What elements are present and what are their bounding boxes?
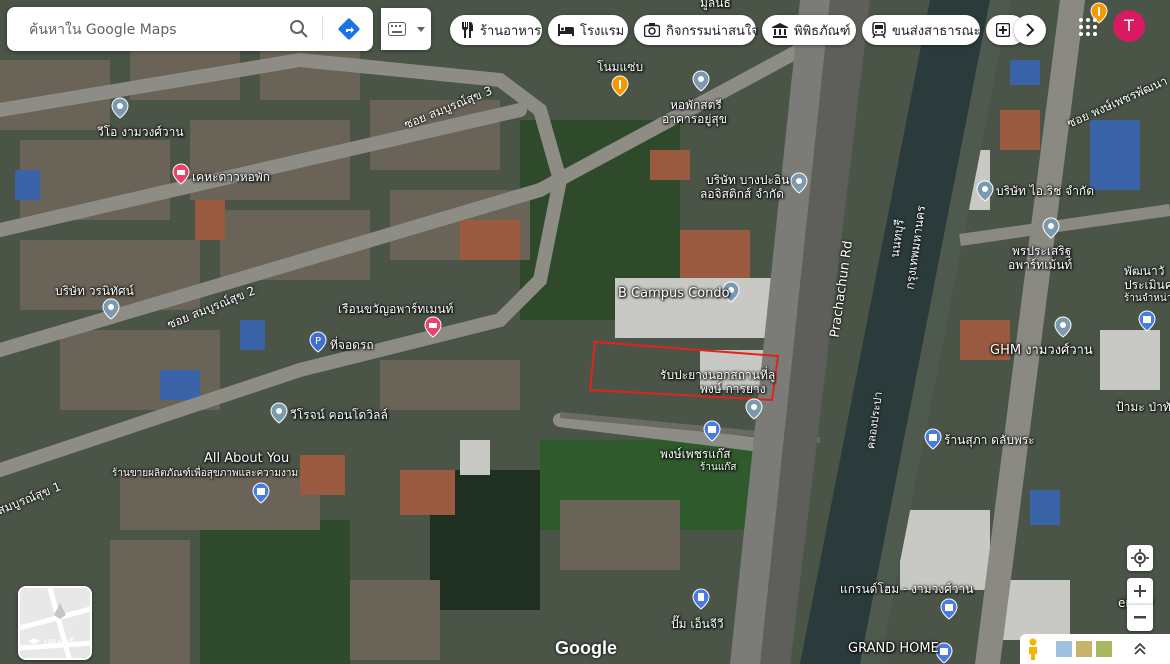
camera-icon xyxy=(644,23,660,37)
svg-text:P: P xyxy=(315,336,321,347)
google-logo: Google xyxy=(555,638,617,658)
place-label: B Campus Condo xyxy=(618,286,730,301)
place-label: บริษัท บางปะอิน xyxy=(706,173,790,187)
place-pin-icon[interactable] xyxy=(745,398,763,420)
place-label: บริษัท วรนิทัศน์ xyxy=(55,284,134,298)
search-box xyxy=(7,7,373,51)
search-divider xyxy=(322,17,323,41)
my-location-icon xyxy=(1131,549,1149,567)
place-label: ป้ามะ ป่าทั xyxy=(1116,400,1170,414)
place-label: ประเมินค xyxy=(1124,278,1170,292)
chip-museums[interactable]: พิพิธภัณฑ์ xyxy=(762,15,856,45)
place-label: หอพักสตรี xyxy=(670,98,722,112)
expand-up-icon[interactable] xyxy=(1134,642,1146,656)
shop-pin-icon[interactable] xyxy=(924,428,942,450)
place-label: บริษัท ไอ.ริช จำกัด xyxy=(996,184,1094,198)
imagery-thumbnails[interactable] xyxy=(1056,641,1114,657)
layers-button[interactable]: เลเยอร์ xyxy=(18,586,92,660)
place-label: วีโอ งามวงศ์วาน xyxy=(97,125,184,139)
caret-down-icon[interactable] xyxy=(417,27,425,32)
chip-label: กิจกรรมน่าสนใจ xyxy=(666,23,759,39)
zoom-out-button[interactable] xyxy=(1127,604,1153,631)
place-label: ร้านขายผลิตภัณฑ์เพื่อสุขภาพและความงาม xyxy=(112,468,299,479)
plus-icon xyxy=(1134,585,1146,597)
place-label: ลอจิสติกส์ จำกัด xyxy=(700,187,784,201)
layers-label: เลเยอร์ xyxy=(44,637,75,648)
place-pin-icon[interactable] xyxy=(102,298,120,320)
minus-icon xyxy=(1134,616,1146,619)
place-pin-icon[interactable] xyxy=(1042,217,1060,239)
avatar[interactable]: T xyxy=(1113,10,1145,42)
museum-icon xyxy=(772,22,788,38)
shop-pin-icon[interactable] xyxy=(940,598,958,620)
place-pin-icon[interactable] xyxy=(692,70,710,92)
chip-restaurants[interactable]: ร้านอาหาร xyxy=(450,15,542,45)
place-label: ร้านแก๊ส xyxy=(700,462,737,473)
place-label: อพาร์ทเม้นท์ xyxy=(1008,258,1073,272)
place-label: เรือนขวัญอพาร์ทเมนท์ xyxy=(338,302,454,316)
chip-label: พิพิธภัณฑ์ xyxy=(794,23,851,39)
shop-pin-icon[interactable] xyxy=(252,482,270,504)
place-label: ปั๊ม เอ็นจีวี xyxy=(671,617,724,631)
chip-label: ร้านอาหาร xyxy=(480,23,542,39)
parking-pin-icon[interactable]: P xyxy=(309,331,327,353)
place-label: GRAND HOME xyxy=(848,641,939,656)
keyboard-icon[interactable] xyxy=(388,22,406,36)
shop-pin-icon[interactable] xyxy=(703,420,721,442)
layers-icon xyxy=(28,638,40,649)
place-label: วีโรจน์ คอนโดวิลล์ xyxy=(290,408,388,422)
place-label: ที่จอดรถ xyxy=(330,338,374,352)
chips-scroll-right-button[interactable] xyxy=(1014,15,1046,45)
apps-grid-icon[interactable] xyxy=(1078,17,1098,37)
place-pin-icon[interactable] xyxy=(1054,316,1072,338)
place-label: All About You xyxy=(204,451,290,466)
chip-transit[interactable]: ขนส่งสาธารณะ xyxy=(862,15,981,45)
place-label: แกรนด์โฮม - งามวงศ์วาน xyxy=(840,582,974,596)
pharmacy-icon xyxy=(996,23,1010,37)
place-label: มูลนิธิ xyxy=(700,0,731,10)
chip-label: โรงแรม xyxy=(580,23,625,39)
place-label: ร้านสุภา ดลับพระ xyxy=(944,433,1035,447)
place-label: พงษ์เพชรแก๊ส xyxy=(660,447,731,461)
place-label: GHM งามวงศ์วาน xyxy=(990,343,1093,358)
search-input[interactable] xyxy=(27,19,271,41)
place-label: พงษ์ การยาง xyxy=(700,382,766,396)
chip-things-to-do[interactable]: กิจกรรมน่าสนใจ xyxy=(634,15,759,45)
place-pin-icon[interactable] xyxy=(270,402,288,424)
gas-pin-icon[interactable] xyxy=(692,588,710,610)
place-pin-icon[interactable] xyxy=(790,172,808,194)
hotel-pin-icon[interactable] xyxy=(424,316,442,338)
input-tools[interactable] xyxy=(381,8,431,50)
bottom-toolbar xyxy=(1020,634,1170,664)
place-label: อาคารอยู่สุข xyxy=(662,112,727,126)
place-label: พัฒนาวั xyxy=(1124,264,1165,278)
place-pin-icon[interactable] xyxy=(111,97,129,119)
transit-icon xyxy=(872,22,886,38)
search-icon[interactable] xyxy=(287,17,311,41)
zoom-in-button[interactable] xyxy=(1127,578,1153,604)
chevron-right-icon xyxy=(1026,23,1035,37)
place-label: พรประเสริฐ xyxy=(1012,244,1072,258)
place-label: เคหะดาวหอพัก xyxy=(192,170,271,184)
directions-icon[interactable] xyxy=(337,17,361,41)
chip-hotels[interactable]: โรงแรม xyxy=(548,15,628,45)
hotel-pin-icon[interactable] xyxy=(172,163,190,185)
place-pin-icon[interactable] xyxy=(976,180,994,202)
my-location-button[interactable] xyxy=(1127,545,1153,571)
shop-pin-icon[interactable] xyxy=(1138,310,1156,332)
place-label: โนมแซ่บ xyxy=(597,60,644,74)
place-label: รับปะยางนอกสถานที่ลู xyxy=(660,368,776,382)
chip-label: ขนส่งสาธารณะ xyxy=(892,23,981,39)
pegman-icon[interactable] xyxy=(1026,638,1040,660)
hotel-icon xyxy=(558,24,574,36)
place-label: ร้านจำหน่าย xyxy=(1124,293,1170,304)
restaurant-icon xyxy=(462,22,473,38)
food-pin-icon[interactable] xyxy=(611,75,629,97)
